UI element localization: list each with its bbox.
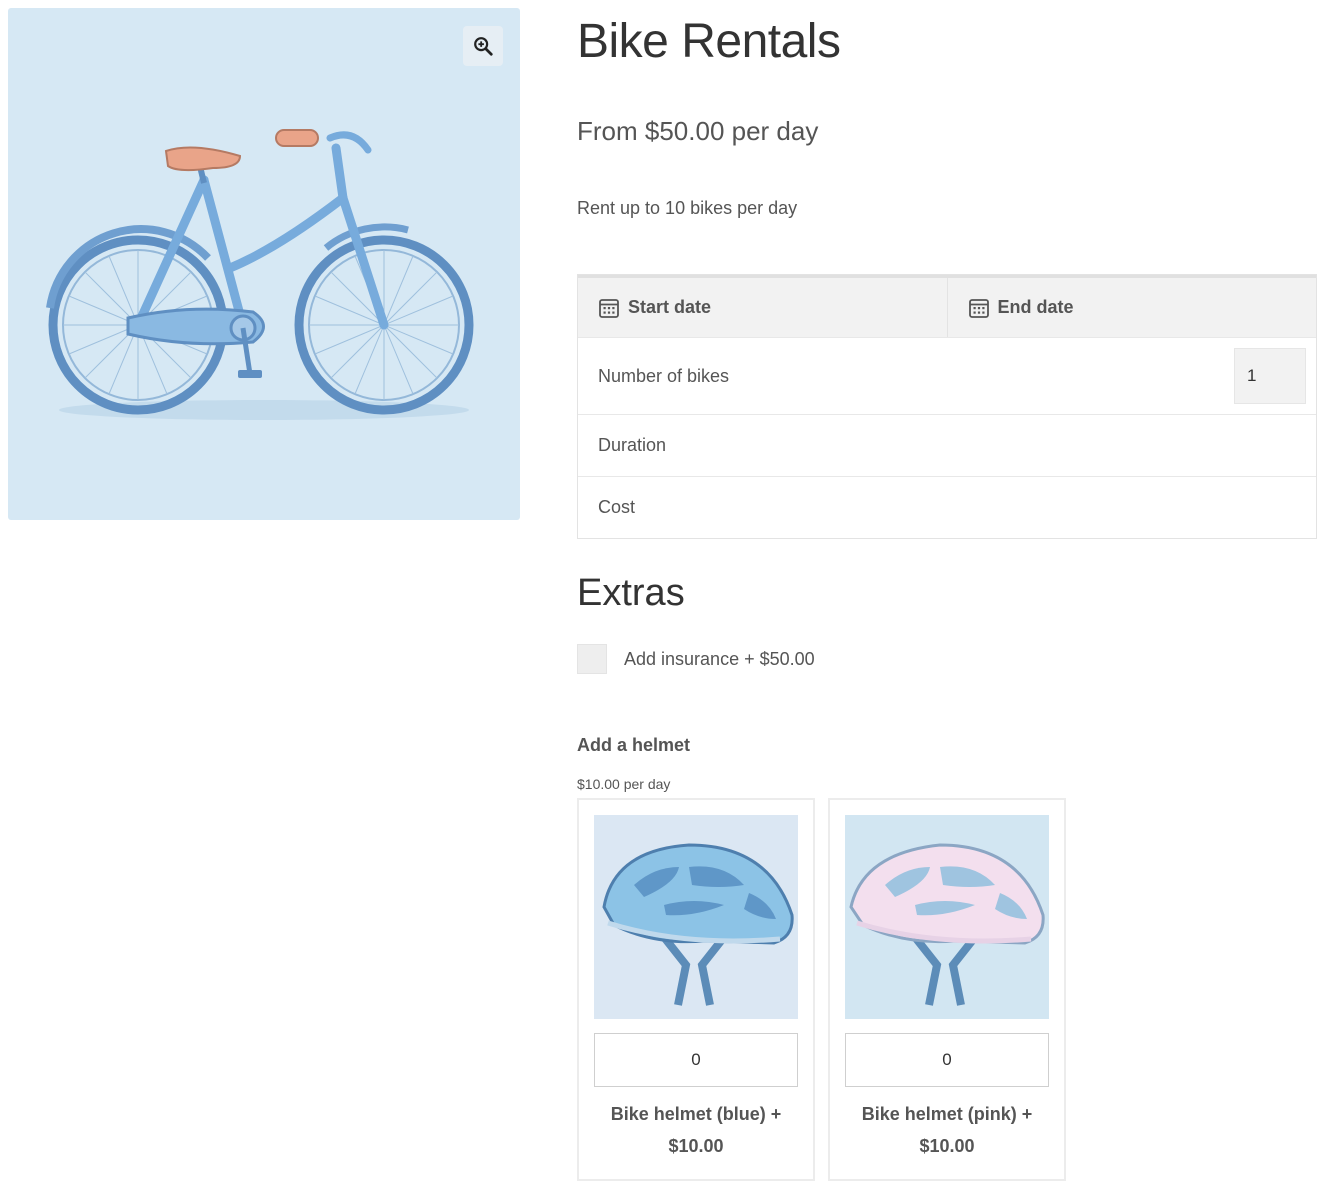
magnifier-plus-icon <box>474 37 493 56</box>
start-date-button[interactable]: Start date <box>578 278 947 337</box>
number-of-bikes-row: Number of bikes <box>578 337 1316 414</box>
product-gallery <box>8 8 520 520</box>
pink-helmet-image <box>845 815 1049 1019</box>
end-date-button[interactable]: End date <box>946 278 1317 337</box>
helmet-section-title: Add a helmet <box>577 735 691 755</box>
number-of-bikes-label: Number of bikes <box>598 365 730 386</box>
blue-helmet-quantity[interactable] <box>594 1033 798 1087</box>
blue-helmet-image <box>594 815 798 1019</box>
pink-helmet-quantity[interactable] <box>845 1033 1049 1087</box>
bicycle-image[interactable] <box>8 8 520 520</box>
duration-row: Duration <box>578 414 1316 476</box>
blue-helmet-price: $10.00 <box>668 1136 724 1156</box>
insurance-option: Add insurance + $50.00 <box>577 644 815 674</box>
cost-label: Cost <box>598 497 636 517</box>
pink-helmet-price: $10.00 <box>919 1136 975 1156</box>
booking-form: Start date End date Number of bikes Dura… <box>577 274 1317 539</box>
pink-helmet-name: Bike helmet (pink) + <box>861 1104 1033 1124</box>
product-price: From $50.00 per day <box>577 116 819 146</box>
blue-helmet-label: Bike helmet (blue) + $10.00 <box>585 1098 807 1162</box>
date-picker-header: Start date End date <box>578 275 1316 337</box>
end-date-label: End date <box>997 297 1074 317</box>
pink-helmet-label: Bike helmet (pink) + $10.00 <box>836 1098 1058 1162</box>
insurance-checkbox[interactable] <box>577 644 607 674</box>
helmet-card-pink: Bike helmet (pink) + $10.00 <box>828 798 1066 1181</box>
extras-title: Extras <box>577 572 685 614</box>
product-description: Rent up to 10 bikes per day <box>577 198 798 218</box>
cost-row: Cost <box>578 476 1316 538</box>
duration-label: Duration <box>598 435 667 455</box>
helmet-section-price: $10.00 per day <box>577 776 671 792</box>
start-date-label: Start date <box>628 297 712 317</box>
calendar-icon <box>599 298 619 318</box>
calendar-icon <box>968 298 989 318</box>
blue-helmet-name: Bike helmet (blue) + <box>610 1104 782 1124</box>
number-of-bikes-input[interactable] <box>1234 348 1306 404</box>
helmet-card-blue: Bike helmet (blue) + $10.00 <box>577 798 815 1181</box>
zoom-button[interactable] <box>463 26 503 66</box>
insurance-label[interactable]: Add insurance + $50.00 <box>624 649 815 670</box>
product-title: Bike Rentals <box>577 15 841 68</box>
